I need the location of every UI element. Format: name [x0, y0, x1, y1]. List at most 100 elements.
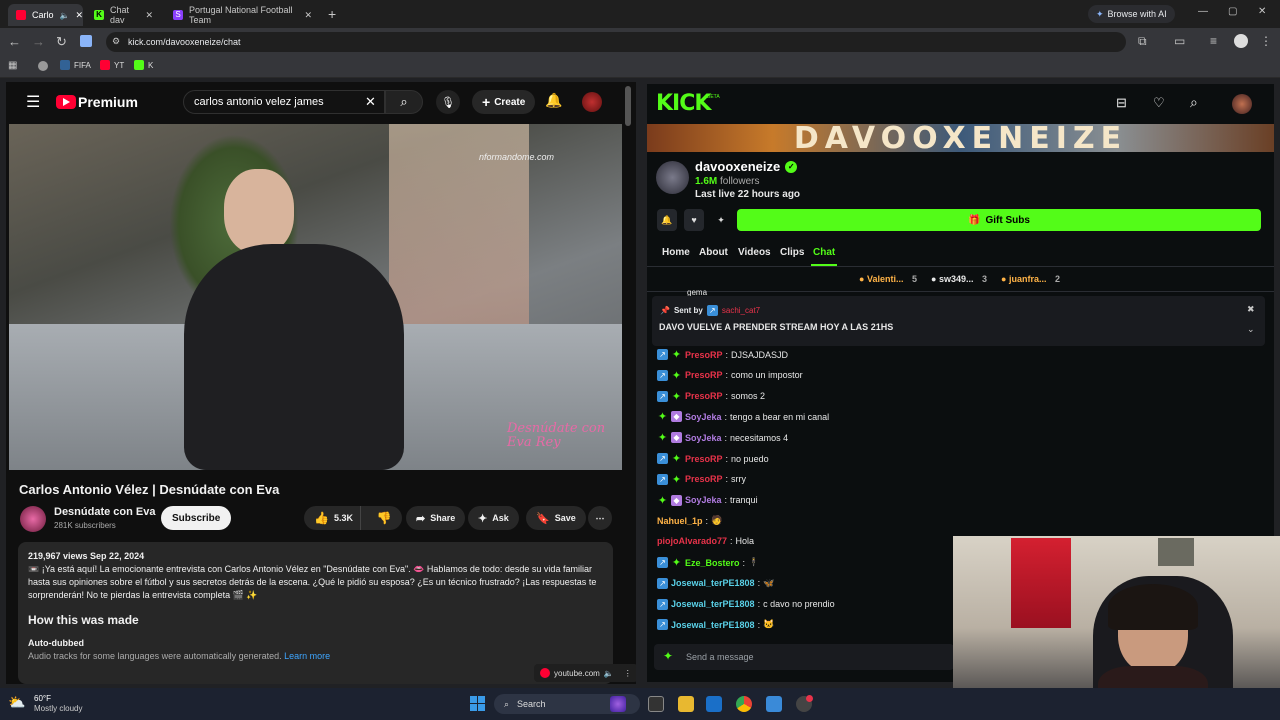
- youtube-logo-icon[interactable]: [56, 95, 76, 109]
- unpin-icon[interactable]: ✖: [1247, 304, 1255, 315]
- forward-icon[interactable]: →: [32, 34, 45, 49]
- more-icon[interactable]: ⋮: [624, 669, 632, 678]
- site-info-icon[interactable]: ⚙: [112, 36, 120, 47]
- cast-icon[interactable]: ▭: [1174, 34, 1185, 48]
- channel-name[interactable]: davooxeneize: [695, 159, 780, 174]
- chat-username[interactable]: Josewal_terPE1808: [671, 578, 755, 588]
- tab-portugal[interactable]: S Portugal National Football Team ✕: [165, 4, 320, 26]
- chat-username[interactable]: piojoAlvarado77: [657, 536, 727, 546]
- chat-message[interactable]: ↗ ✦ PresoRP: no puedo: [657, 453, 769, 465]
- avatar[interactable]: [582, 92, 602, 112]
- search-input[interactable]: carlos antonio velez james: [183, 90, 385, 114]
- subscribe-button[interactable]: Subscribe: [161, 506, 232, 530]
- follow-heart-button[interactable]: ♥: [684, 209, 704, 231]
- save-button[interactable]: 🔖 Save: [526, 506, 586, 530]
- reading-list-icon[interactable]: ≡: [1210, 34, 1217, 48]
- tab-kick-chat[interactable]: K Chat dav ✕: [86, 4, 161, 26]
- browse-ai-button[interactable]: ✦ Browse with AI: [1088, 5, 1175, 23]
- chat-message[interactable]: ↗ ✦ PresoRP: como un impostor: [657, 369, 803, 382]
- description-box[interactable]: 219,967 views Sep 22, 2024 📼 ¡Ya está aq…: [18, 542, 613, 684]
- channel-name[interactable]: Desnúdate con Eva: [54, 506, 155, 518]
- close-tab-icon[interactable]: ✕: [145, 10, 153, 21]
- outlook-icon[interactable]: [706, 696, 722, 712]
- tab-about[interactable]: About: [699, 247, 728, 258]
- kick-logo[interactable]: KICK: [656, 91, 711, 116]
- more-button[interactable]: ✦: [711, 209, 731, 231]
- heart-icon[interactable]: ♡: [1153, 95, 1165, 111]
- video-player[interactable]: nformandome.com Desnúdate con Eva Rey: [9, 124, 622, 470]
- speaker-icon[interactable]: 🔈: [60, 11, 70, 20]
- chat-username[interactable]: Josewal_terPE1808: [671, 599, 755, 609]
- chat-username[interactable]: SoyJeka: [685, 433, 722, 443]
- chat-message[interactable]: ✦ ◆ SoyJeka: necesitamos 4: [657, 432, 788, 444]
- chevron-down-icon[interactable]: ⌄: [1247, 324, 1255, 335]
- tab-youtube[interactable]: Carlo 🔈 ✕: [8, 4, 83, 26]
- clear-search-icon[interactable]: ✕: [365, 94, 376, 110]
- chat-message[interactable]: ↗ Josewal_terPE1808: 🐱: [657, 619, 774, 631]
- chat-username[interactable]: Eze_Bostero: [685, 558, 740, 568]
- notifications-bell-icon[interactable]: 🔔: [545, 92, 562, 109]
- weather-icon[interactable]: ⛅: [8, 694, 25, 711]
- chat-message[interactable]: ✦ ◆ SoyJeka: tengo a bear en mi canal: [657, 411, 829, 423]
- chat-message[interactable]: ↗ Josewal_terPE1808: 🦋: [657, 577, 774, 589]
- leader-2[interactable]: ● sw349... 3: [931, 274, 987, 284]
- leader-1[interactable]: ● Valenti... 5: [859, 274, 917, 284]
- tab-clips[interactable]: Clips: [780, 247, 804, 258]
- chat-username[interactable]: PresoRP: [685, 370, 723, 380]
- ask-button[interactable]: ✦ Ask: [468, 506, 519, 530]
- emote-sparkle-icon[interactable]: ✦: [663, 649, 673, 663]
- close-window-icon[interactable]: ✕: [1258, 6, 1266, 17]
- chat-username[interactable]: PresoRP: [685, 454, 723, 464]
- chat-username[interactable]: SoyJeka: [685, 495, 722, 505]
- chat-username[interactable]: PresoRP: [685, 350, 723, 360]
- file-explorer-icon[interactable]: [678, 696, 694, 712]
- learn-more-link[interactable]: Learn more: [284, 651, 330, 661]
- widget-icon[interactable]: [610, 696, 626, 712]
- apps-icon[interactable]: ▦: [8, 60, 17, 71]
- tab-chat[interactable]: Chat: [813, 247, 835, 258]
- close-tab-icon[interactable]: ✕: [304, 10, 312, 21]
- leader-3[interactable]: ● juanfra... 2: [1001, 274, 1060, 284]
- hamburger-icon[interactable]: ☰: [26, 92, 40, 112]
- like-button[interactable]: 👍 5.3K: [304, 506, 362, 530]
- bookmark-yt[interactable]: YT: [100, 60, 124, 70]
- share-button[interactable]: ➦ Share: [406, 506, 466, 530]
- pip-indicator[interactable]: youtube.com 🔈 ⋮: [534, 664, 636, 682]
- notepad-icon[interactable]: [766, 696, 782, 712]
- chat-username[interactable]: Nahuel_1p: [657, 516, 703, 526]
- bookmark-k[interactable]: K: [134, 60, 153, 70]
- scrollbar[interactable]: [625, 86, 631, 126]
- tab-videos[interactable]: Videos: [738, 247, 771, 258]
- chat-message[interactable]: ✦ ◆ SoyJeka: tranqui: [657, 494, 758, 507]
- send-message-input[interactable]: Send a message: [654, 644, 954, 670]
- speaker-icon[interactable]: 🔈: [604, 669, 614, 678]
- chat-message[interactable]: ↗ ✦ PresoRP: DJSAJDASJD: [657, 349, 788, 361]
- minimize-icon[interactable]: —: [1198, 6, 1208, 17]
- extensions-icon[interactable]: ⧉: [1138, 34, 1147, 49]
- globe-icon[interactable]: [38, 61, 48, 71]
- chat-message[interactable]: ↗ ✦ PresoRP: somos 2: [657, 390, 765, 403]
- profile-avatar[interactable]: [1234, 34, 1248, 48]
- microphone-icon[interactable]: 🎙: [436, 90, 460, 114]
- browse-icon[interactable]: ⊟: [1116, 95, 1127, 111]
- chat-message[interactable]: ↗ ✦ Eze_Bostero: 🕴: [657, 557, 759, 569]
- chat-username[interactable]: Josewal_terPE1808: [671, 620, 755, 630]
- chat-message[interactable]: piojoAlvarado77: Hola: [657, 536, 754, 546]
- chat-message[interactable]: ↗ ✦ PresoRP: srry: [657, 473, 746, 486]
- pinned-message[interactable]: 📌 Sent by ↗ sachi_cat7 DAVO VUELVE A PRE…: [652, 296, 1265, 346]
- chrome-icon[interactable]: [736, 696, 752, 712]
- menu-icon[interactable]: ⋮: [1260, 34, 1272, 48]
- channel-avatar[interactable]: [20, 506, 46, 532]
- sidebar-icon[interactable]: [80, 35, 92, 47]
- user-avatar[interactable]: [1232, 94, 1252, 114]
- create-button[interactable]: + Create: [472, 90, 536, 114]
- channel-avatar[interactable]: [656, 161, 689, 194]
- dislike-button[interactable]: 👎: [366, 506, 402, 530]
- windows-start-icon[interactable]: [470, 696, 485, 711]
- chat-message[interactable]: ↗ Josewal_terPE1808: c davo no prendio: [657, 598, 835, 610]
- chat-message[interactable]: Nahuel_1p: 🧑: [657, 515, 722, 526]
- maximize-icon[interactable]: ▢: [1228, 6, 1237, 17]
- bookmark-fifa[interactable]: FIFA: [60, 60, 91, 70]
- tab-home[interactable]: Home: [662, 247, 690, 258]
- task-view-icon[interactable]: [648, 696, 664, 712]
